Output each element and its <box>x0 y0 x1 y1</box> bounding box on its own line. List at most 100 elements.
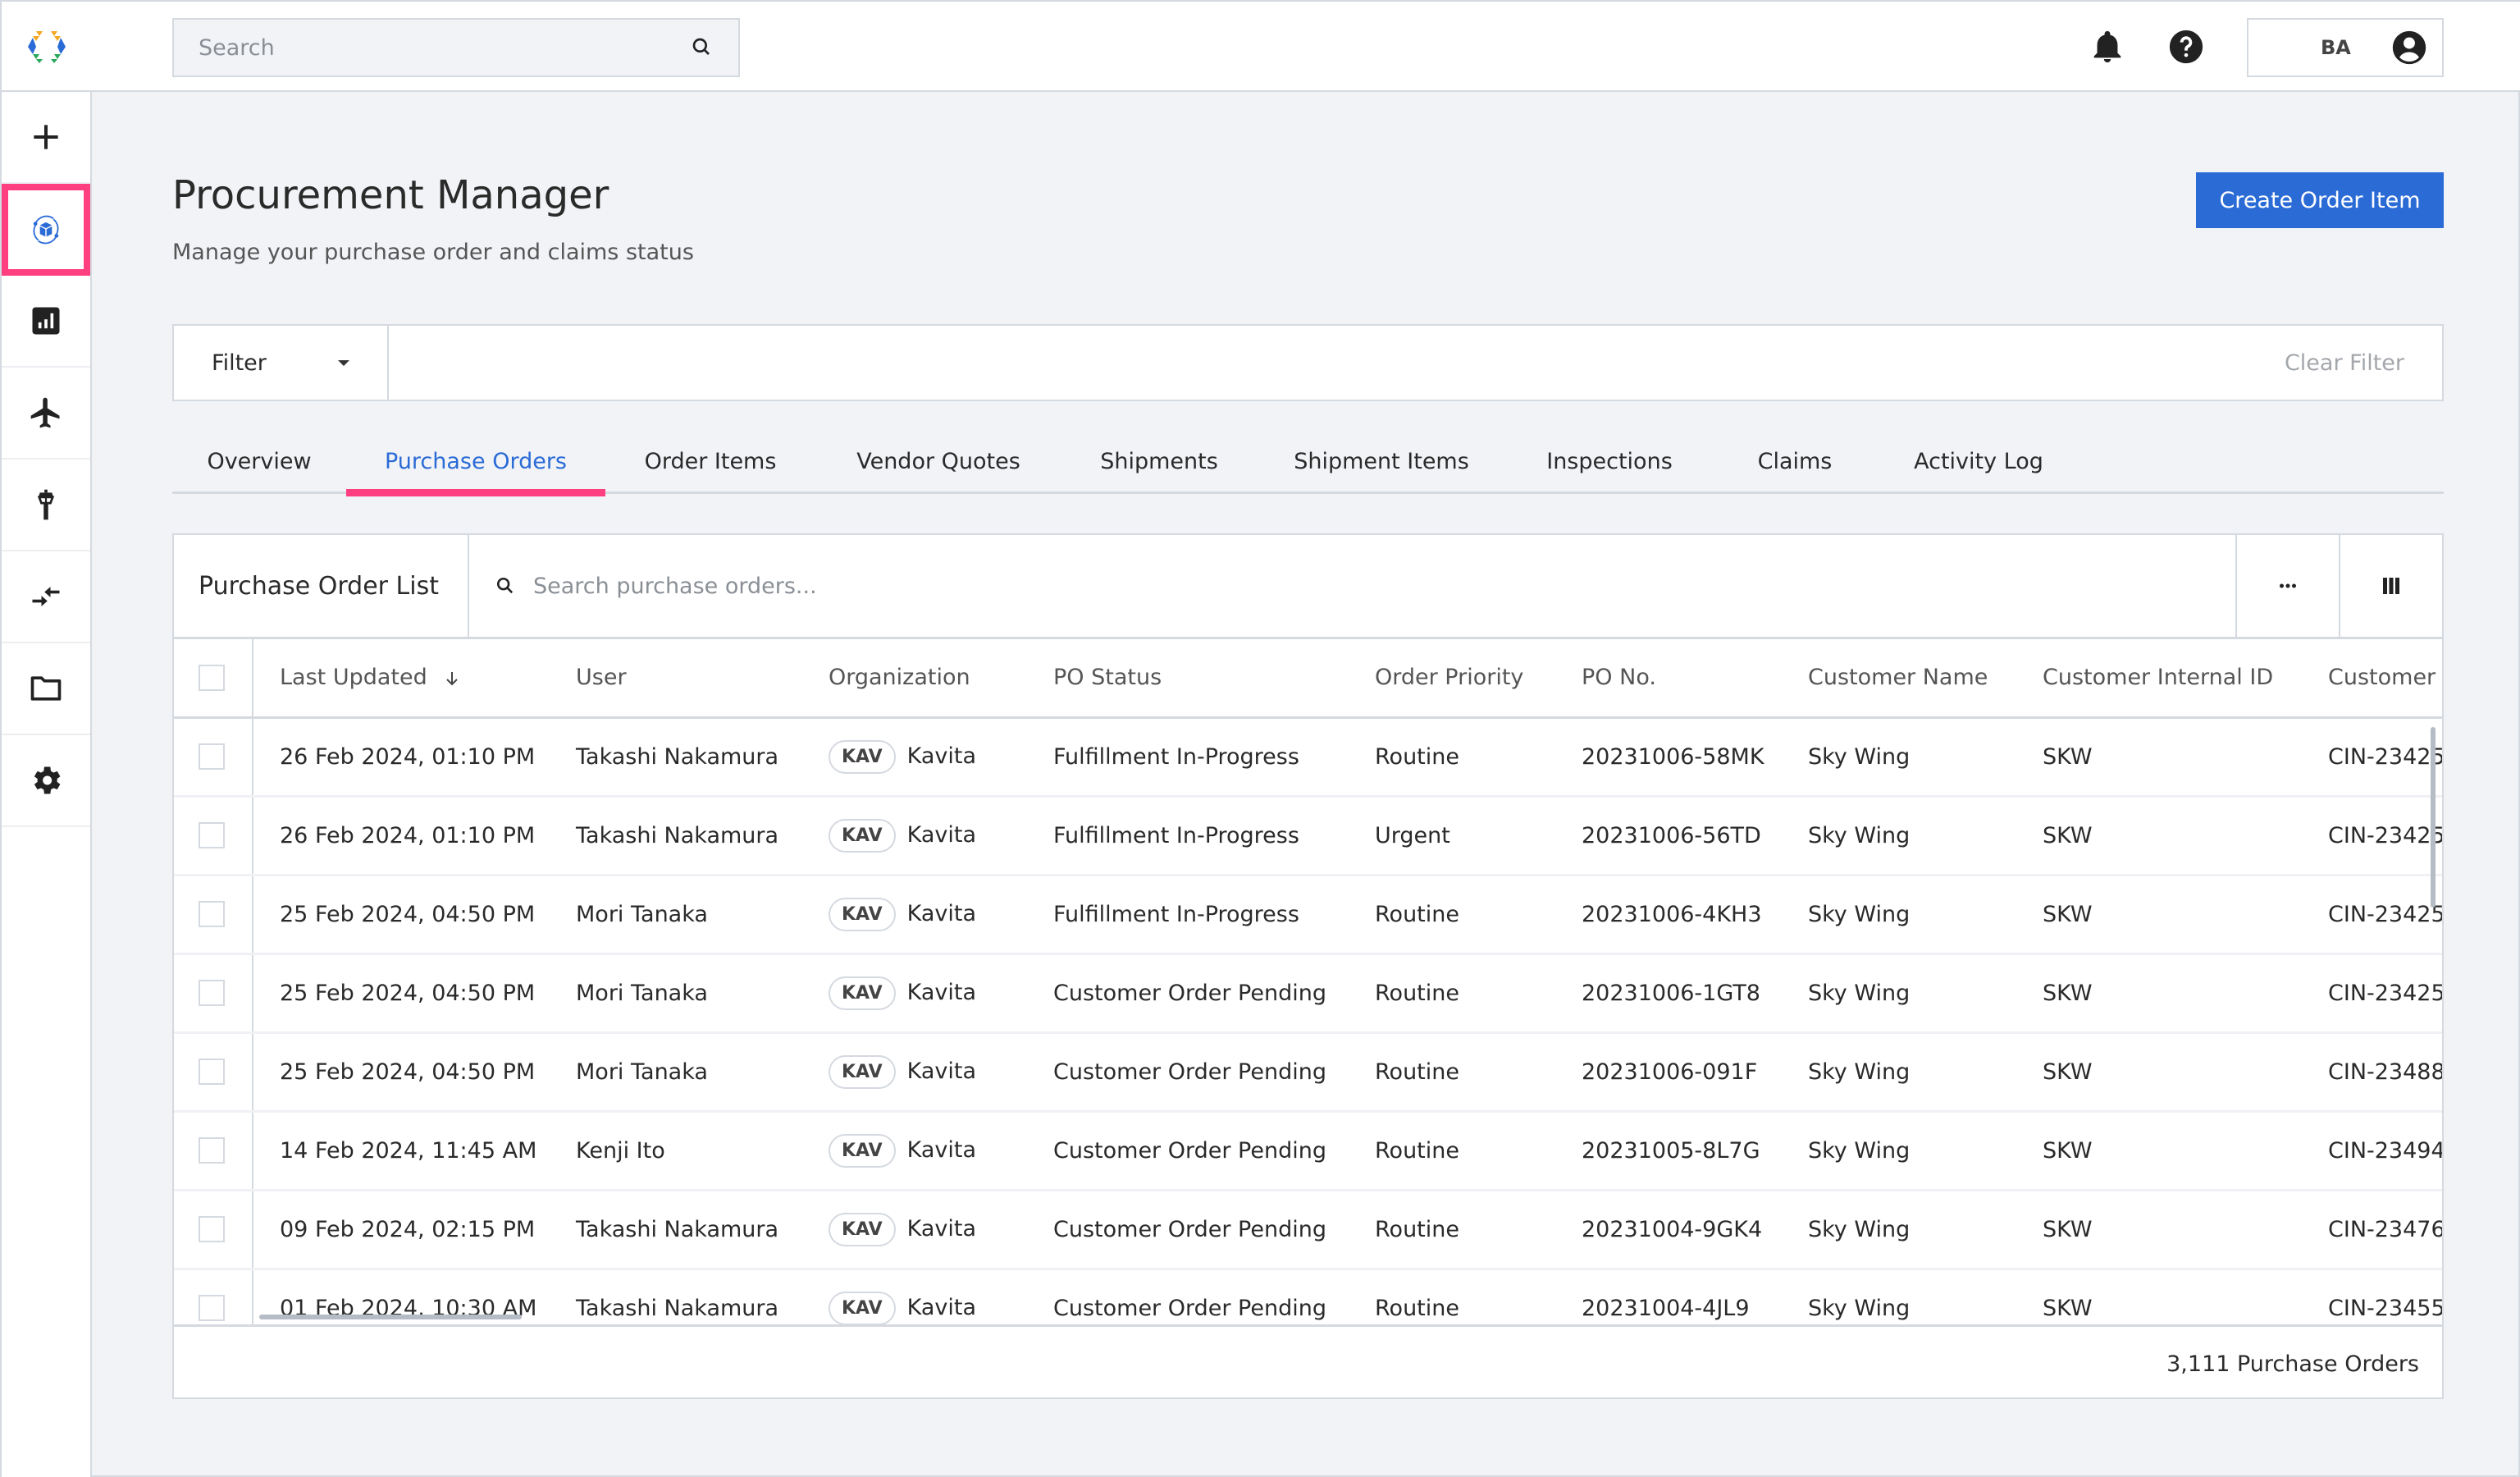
cell-customer: CIN-23425 <box>2302 796 2442 876</box>
tab-order-items[interactable]: Order Items <box>605 428 815 494</box>
table-scroll-area[interactable]: Last Updated User Organization PO Status… <box>174 639 2442 1324</box>
table-row[interactable]: 26 Feb 2024, 01:10 PM Takashi Nakamura KAV… <box>174 796 2442 876</box>
tab-inspections[interactable]: Inspections <box>1506 428 1713 494</box>
table-row[interactable]: 09 Feb 2024, 02:15 PM Takashi Nakamura KAV… <box>174 1190 2442 1270</box>
compare-arrows-icon <box>32 587 60 606</box>
cell-last-updated: 14 Feb 2024, 11:45 AM <box>253 1111 550 1191</box>
row-checkbox[interactable] <box>199 980 225 1007</box>
cell-po-status: Customer Order Pending <box>1027 953 1349 1034</box>
tab-bar: Overview Purchase Orders Order Items Ven… <box>172 428 2444 496</box>
row-checkbox[interactable] <box>199 901 225 928</box>
tab-shipment-items[interactable]: Shipment Items <box>1257 428 1506 494</box>
top-bar: BA <box>2 2 2520 92</box>
filter-chips-area[interactable] <box>389 326 2285 400</box>
row-checkbox[interactable] <box>199 743 225 771</box>
column-header-customer-internal-id[interactable]: Customer Internal ID <box>2016 639 2302 719</box>
table-search-input[interactable] <box>533 573 2235 599</box>
column-header-po-no[interactable]: PO No. <box>1555 639 1782 719</box>
filter-bar: Filter Clear Filter <box>172 324 2444 401</box>
page-subtitle: Manage your purchase order and claims st… <box>172 240 694 265</box>
tab-overview[interactable]: Overview <box>172 428 346 494</box>
search-icon[interactable] <box>689 34 715 61</box>
org-name: Kavita <box>906 821 976 848</box>
cell-customer: CIN-23425 <box>2302 953 2442 1034</box>
sidebar-item-create[interactable] <box>2 92 90 184</box>
table-row[interactable]: 25 Feb 2024, 04:50 PM Mori Tanaka KAV Kavit… <box>174 953 2442 1034</box>
row-select-cell <box>174 1269 253 1324</box>
org-name: Kavita <box>906 743 976 769</box>
cell-po-no: 20231004-9GK4 <box>1555 1190 1782 1270</box>
sidebar-item-reports[interactable] <box>2 276 90 368</box>
tab-shipments[interactable]: Shipments <box>1061 428 1257 494</box>
global-search-input[interactable] <box>199 34 689 61</box>
cell-customer-name: Sky Wing <box>1782 1190 2016 1270</box>
sidebar-item-files[interactable] <box>2 643 90 735</box>
tab-vendor-quotes[interactable]: Vendor Quotes <box>815 428 1061 494</box>
filter-label: Filter <box>212 350 267 376</box>
select-all-checkbox[interactable] <box>199 665 225 691</box>
cell-po-no: 20231006-56TD <box>1555 796 1782 876</box>
cell-po-status: Customer Order Pending <box>1027 1032 1349 1113</box>
arrow-down-icon[interactable] <box>442 669 462 688</box>
tab-purchase-orders[interactable]: Purchase Orders <box>346 428 605 496</box>
row-checkbox[interactable] <box>199 822 225 849</box>
column-header-po-status[interactable]: PO Status <box>1027 639 1349 719</box>
horizontal-scrollbar[interactable] <box>259 1315 522 1319</box>
row-checkbox[interactable] <box>199 1137 225 1164</box>
sidebar-item-flights[interactable] <box>2 368 90 460</box>
table-search[interactable] <box>469 535 2235 637</box>
cell-order-priority: Routine <box>1349 1111 1555 1191</box>
cell-user: Takashi Nakamura <box>550 1190 802 1270</box>
row-checkbox[interactable] <box>199 1216 225 1243</box>
table-row[interactable]: 26 Feb 2024, 01:10 PM Takashi Nakamura KAV… <box>174 717 2442 798</box>
row-checkbox[interactable] <box>199 1059 225 1086</box>
user-menu[interactable]: BA <box>2247 18 2444 77</box>
cell-user: Kenji Ito <box>550 1111 802 1191</box>
table-row[interactable]: 25 Feb 2024, 04:50 PM Mori Tanaka KAV Kavit… <box>174 1032 2442 1113</box>
cell-organization: KAV Kavita <box>802 796 1027 876</box>
columns-button[interactable] <box>2339 535 2442 637</box>
cell-order-priority: Routine <box>1349 875 1555 955</box>
table-toolbar: Purchase Order List <box>174 535 2442 639</box>
folder-icon <box>30 676 62 701</box>
cell-customer: CIN-23488 <box>2302 1032 2442 1113</box>
more-options-button[interactable] <box>2235 535 2339 637</box>
bar-chart-icon <box>32 307 60 335</box>
cell-customer-internal-id: SKW <box>2016 796 2302 876</box>
help-icon[interactable] <box>2167 28 2205 66</box>
org-badge: KAV <box>829 1133 896 1168</box>
purchase-order-table: Last Updated User Organization PO Status… <box>174 639 2442 1324</box>
cell-customer-name: Sky Wing <box>1782 1269 2016 1324</box>
app-logo[interactable] <box>26 30 67 64</box>
cell-po-status: Fulfillment In-Progress <box>1027 875 1349 955</box>
cell-customer-name: Sky Wing <box>1782 1111 2016 1191</box>
global-search[interactable] <box>172 18 740 77</box>
table-row[interactable]: 14 Feb 2024, 11:45 AM Kenji Ito KAV Kavita C… <box>174 1111 2442 1191</box>
table-row[interactable]: 25 Feb 2024, 04:50 PM Mori Tanaka KAV Kavit… <box>174 875 2442 955</box>
filter-dropdown[interactable]: Filter <box>174 326 389 400</box>
tab-claims[interactable]: Claims <box>1713 428 1877 494</box>
tab-activity-log[interactable]: Activity Log <box>1877 428 2080 494</box>
vertical-scrollbar[interactable] <box>2431 727 2436 908</box>
clear-filter-button[interactable]: Clear Filter <box>2285 326 2442 400</box>
column-header-customer[interactable]: Customer <box>2302 639 2442 719</box>
cell-customer-name: Sky Wing <box>1782 796 2016 876</box>
cell-customer-name: Sky Wing <box>1782 875 2016 955</box>
sidebar-item-transfers[interactable] <box>2 551 90 643</box>
column-header-last-updated[interactable]: Last Updated <box>253 639 550 719</box>
column-header-organization[interactable]: Organization <box>802 639 1027 719</box>
cell-last-updated: 26 Feb 2024, 01:10 PM <box>253 717 550 798</box>
bell-icon[interactable] <box>2089 28 2126 66</box>
cell-po-no: 20231005-8L7G <box>1555 1111 1782 1191</box>
search-icon <box>496 577 514 594</box>
sidebar-item-settings[interactable] <box>2 735 90 827</box>
column-header-user[interactable]: User <box>550 639 802 719</box>
create-order-item-button[interactable]: Create Order Item <box>2196 172 2444 228</box>
cell-po-no: 20231006-1GT8 <box>1555 953 1782 1034</box>
sidebar-item-procurement[interactable] <box>2 184 90 276</box>
column-header-customer-name[interactable]: Customer Name <box>1782 639 2016 719</box>
column-header-order-priority[interactable]: Order Priority <box>1349 639 1555 719</box>
sidebar-item-control-tower[interactable] <box>2 460 90 551</box>
cell-last-updated: 25 Feb 2024, 04:50 PM <box>253 953 550 1034</box>
row-checkbox[interactable] <box>199 1295 225 1322</box>
